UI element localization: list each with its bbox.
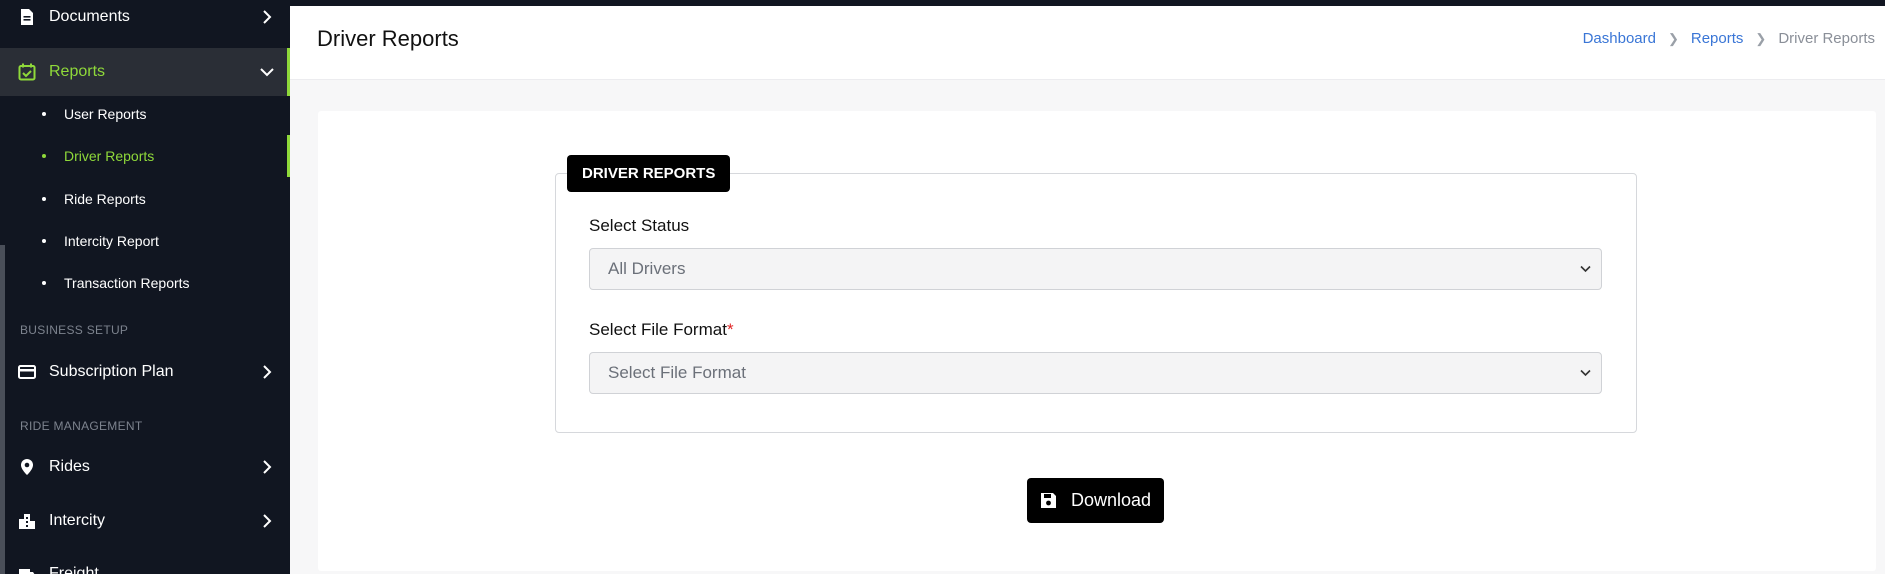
bullet-icon [42, 112, 46, 116]
buildings-icon [18, 512, 36, 530]
sidebar-item-rides[interactable]: Rides [0, 443, 290, 491]
sidebar-item-label: Rides [49, 458, 90, 475]
chevron-down-icon [1579, 263, 1591, 275]
sidebar-subitem-label: Driver Reports [64, 148, 155, 164]
status-label: Select Status [589, 216, 690, 235]
chevron-right-icon [260, 365, 274, 379]
download-button[interactable]: Download [1027, 478, 1164, 523]
bullet-icon [42, 154, 46, 158]
sidebar-item-label: Subscription Plan [49, 363, 174, 380]
sidebar-subitem-label: Ride Reports [64, 191, 146, 207]
save-icon [1040, 492, 1058, 510]
bullet-icon [42, 239, 46, 243]
sidebar-item-label: Reports [49, 63, 106, 80]
sidebar-subitem-label: Intercity Report [64, 233, 159, 249]
page-title: Driver Reports [317, 26, 459, 51]
required-marker: * [726, 320, 734, 339]
sidebar-subitem-user-reports[interactable]: User Reports [0, 93, 290, 135]
breadcrumb-current: Driver Reports [1778, 30, 1875, 47]
file-format-label-text: Select File Format [589, 320, 727, 339]
sidebar-item-label: Documents [49, 8, 130, 25]
breadcrumb: Dashboard ❯ Reports ❯ Driver Reports [1583, 30, 1875, 47]
sidebar-subitem-driver-reports[interactable]: Driver Reports [0, 135, 290, 177]
status-select-value: All Drivers [608, 259, 686, 278]
sidebar-subitem-intercity-report[interactable]: Intercity Report [0, 220, 290, 262]
status-select[interactable]: All Drivers [589, 248, 1602, 290]
report-card: DRIVER REPORTS Select Status All Drivers… [318, 111, 1876, 571]
fieldset-legend: DRIVER REPORTS [567, 155, 731, 192]
sidebar-subitem-transaction-reports[interactable]: Transaction Reports [0, 262, 290, 304]
sidebar-item-reports[interactable]: Reports [0, 48, 290, 96]
chevron-right-icon: ❯ [1755, 30, 1767, 46]
report-fieldset [555, 173, 1637, 433]
chevron-down-icon [1579, 367, 1591, 379]
file-format-label: Select File Format* [589, 320, 734, 340]
sidebar-subitem-label: User Reports [64, 106, 147, 122]
sidebar-item-intercity[interactable]: Intercity [0, 497, 290, 545]
sidebar-item-label: Intercity [49, 512, 106, 529]
download-button-label: Download [1070, 490, 1152, 510]
chevron-right-icon [260, 10, 274, 24]
file-format-select[interactable]: Select File Format [589, 352, 1602, 394]
sidebar-item-subscription-plan[interactable]: Subscription Plan [0, 348, 290, 396]
sidebar-item-label: Freight [49, 565, 99, 574]
sidebar-item-freight[interactable]: Freight [0, 550, 290, 574]
chevron-right-icon [260, 514, 274, 528]
section-label-ride-management: RIDE MANAGEMENT [20, 419, 143, 433]
credit-card-icon [18, 363, 36, 381]
location-pin-icon [18, 458, 36, 476]
bullet-icon [42, 197, 46, 201]
page-header: Driver Reports Dashboard ❯ Reports ❯ Dri… [290, 6, 1885, 80]
section-label-business-setup: BUSINESS SETUP [20, 323, 129, 337]
breadcrumb-dashboard[interactable]: Dashboard [1583, 30, 1656, 47]
sidebar-subitem-label: Transaction Reports [64, 275, 190, 291]
sidebar-item-documents[interactable]: Documents [0, 0, 290, 41]
sidebar: Documents Reports User Reports Driver Re… [0, 0, 290, 574]
bullet-icon [42, 281, 46, 285]
sidebar-subitem-ride-reports[interactable]: Ride Reports [0, 178, 290, 220]
calendar-check-icon [18, 63, 36, 81]
chevron-right-icon: ❯ [1667, 30, 1679, 46]
breadcrumb-reports[interactable]: Reports [1691, 30, 1744, 47]
document-icon [18, 8, 36, 26]
chevron-right-icon [260, 460, 274, 474]
chevron-down-icon [260, 65, 274, 79]
file-format-select-placeholder: Select File Format [608, 363, 746, 382]
truck-icon [18, 565, 36, 574]
